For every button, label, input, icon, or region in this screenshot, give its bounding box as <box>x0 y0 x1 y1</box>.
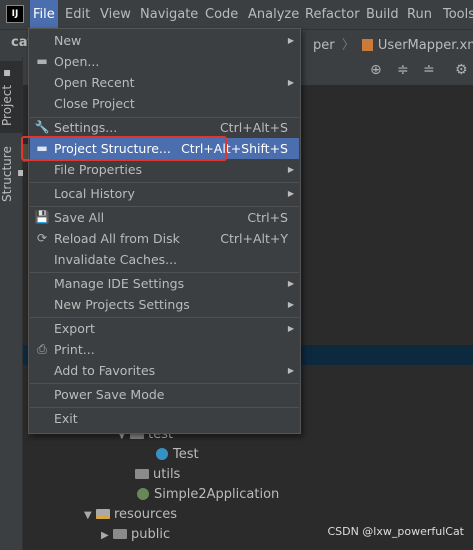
submenu-arrow-icon: ▶ <box>287 300 294 309</box>
save-icon: 💾 <box>34 210 50 224</box>
menu-item-settings[interactable]: 🔧 Settings... Ctrl+Alt+S <box>30 117 299 138</box>
menu-item-print[interactable]: ⎙ Print... <box>30 339 299 360</box>
breadcrumb-file-name[interactable]: UserMapper.xml <box>378 38 473 53</box>
tree-node-test-class[interactable]: Test <box>156 447 199 462</box>
menu-item-label: Settings... <box>54 120 118 135</box>
menu-item-label: Invalidate Caches... <box>54 252 178 267</box>
structure-tool-tab[interactable]: Structure ▪ <box>0 139 28 209</box>
menu-item-shortcut: Ctrl+Alt+S <box>219 120 288 135</box>
menu-item-save-all[interactable]: 💾 Save All Ctrl+S <box>30 207 299 228</box>
menu-item-shortcut: Ctrl+S <box>247 210 288 225</box>
settings-gear-icon[interactable]: ⚙ <box>455 62 468 78</box>
xml-file-icon <box>361 39 373 51</box>
menu-refactor[interactable]: Refactor <box>302 0 363 29</box>
menu-build[interactable]: Build <box>363 0 402 29</box>
chevron-right-icon[interactable]: ▶ <box>101 530 113 541</box>
menu-item-label: Power Save Mode <box>54 387 165 402</box>
menu-item-reload-all[interactable]: ⟳ Reload All from Disk Ctrl+Alt+Y <box>30 228 299 249</box>
print-icon: ⎙ <box>37 342 47 356</box>
menu-item-label: Manage IDE Settings <box>54 276 185 291</box>
menu-tools[interactable]: Tools <box>440 0 473 29</box>
menu-item-new[interactable]: New ▶ <box>30 30 299 51</box>
locate-file-icon[interactable]: ⊕ <box>370 62 382 78</box>
menu-view[interactable]: View <box>97 0 134 29</box>
submenu-arrow-icon: ▶ <box>287 324 294 333</box>
reload-icon: ⟳ <box>36 231 48 245</box>
menu-item-label: Open Recent <box>54 75 135 90</box>
submenu-arrow-icon: ▶ <box>287 279 294 288</box>
menu-item-label: Exit <box>54 411 78 426</box>
menu-item-label: Reload All from Disk <box>54 231 180 246</box>
menu-item-label: New <box>54 33 82 48</box>
menu-item-label: Print... <box>54 342 95 357</box>
menu-item-label: Add to Favorites <box>54 363 156 378</box>
menu-item-new-projects-settings[interactable]: New Projects Settings ▶ <box>30 294 299 315</box>
menu-analyze[interactable]: Analyze <box>245 0 302 29</box>
menu-item-power-save-mode[interactable]: Power Save Mode <box>30 384 299 405</box>
menu-item-label: Open... <box>54 54 100 69</box>
menu-item-label: Local History <box>54 186 135 201</box>
menu-item-open[interactable]: ▬ Open... <box>30 51 299 72</box>
main-menubar: IJ File Edit View Navigate Code Analyze … <box>0 0 473 30</box>
project-tab-label: Project <box>0 85 14 127</box>
menu-navigate[interactable]: Navigate <box>137 0 201 29</box>
menu-edit[interactable]: Edit <box>62 0 93 29</box>
menu-item-label: New Projects Settings <box>54 297 190 312</box>
menu-file[interactable]: File <box>30 0 58 29</box>
submenu-arrow-icon: ▶ <box>287 78 294 87</box>
highlight-annotation-box <box>21 136 227 161</box>
tree-node-resources[interactable]: ▼ resources <box>84 507 177 522</box>
menu-run[interactable]: Run <box>404 0 435 29</box>
file-menu-dropdown: New ▶ ▬ Open... Open Recent ▶ Close Project… <box>28 28 301 434</box>
submenu-arrow-icon: ▶ <box>287 189 294 198</box>
structure-tab-label: Structure <box>0 146 14 202</box>
menu-item-label: Save All <box>54 210 105 225</box>
breadcrumb-file[interactable]: per 〉 UserMapper.xml <box>313 34 473 53</box>
breadcrumb-path[interactable]: per <box>313 38 335 53</box>
project-tool-tab[interactable]: Project ▪ <box>0 61 22 133</box>
tree-node-public[interactable]: ▶ public <box>101 527 170 542</box>
menu-item-local-history[interactable]: Local History ▶ <box>30 183 299 204</box>
spring-boot-class-icon <box>137 488 149 500</box>
tree-node-utils[interactable]: utils <box>135 467 180 482</box>
folder-icon <box>135 469 149 479</box>
menu-item-open-recent[interactable]: Open Recent ▶ <box>30 72 299 93</box>
left-tool-stripe: Project ▪ Structure ▪ <box>0 57 28 550</box>
java-class-icon <box>156 448 168 460</box>
menu-item-invalidate-caches[interactable]: Invalidate Caches... <box>30 249 299 270</box>
submenu-arrow-icon: ▶ <box>287 36 294 45</box>
wrench-icon: 🔧 <box>34 120 50 134</box>
submenu-arrow-icon: ▶ <box>287 366 294 375</box>
menu-item-close-project[interactable]: Close Project <box>30 93 299 114</box>
tree-node-simple2application[interactable]: Simple2Application <box>137 487 279 502</box>
watermark: CSDN @lxw_powerfulCat <box>327 525 464 538</box>
menu-code[interactable]: Code <box>202 0 241 29</box>
collapse-all-icon[interactable]: ≐ <box>423 62 435 78</box>
expand-all-icon[interactable]: ≑ <box>397 62 409 78</box>
menu-item-manage-ide-settings[interactable]: Manage IDE Settings ▶ <box>30 273 299 294</box>
menu-item-shortcut: Ctrl+Alt+Y <box>220 231 288 246</box>
tree-node-label: resources <box>114 507 178 522</box>
intellij-logo-icon: IJ <box>6 5 24 23</box>
menu-item-exit[interactable]: Exit <box>30 408 299 429</box>
tree-node-label: utils <box>153 467 181 482</box>
project-tab-icon: ▪ <box>0 67 14 82</box>
resources-folder-icon <box>96 509 110 519</box>
tree-node-label: public <box>131 527 171 542</box>
menu-item-label: Close Project <box>54 96 135 111</box>
folder-icon <box>113 529 127 539</box>
menu-item-label: Export <box>54 321 95 336</box>
menu-item-file-properties[interactable]: File Properties ▶ <box>30 159 299 180</box>
menu-item-export[interactable]: Export ▶ <box>30 318 299 339</box>
menu-item-add-to-favorites[interactable]: Add to Favorites ▶ <box>30 360 299 381</box>
menu-item-label: File Properties <box>54 162 143 177</box>
chevron-down-icon[interactable]: ▼ <box>84 510 96 521</box>
submenu-arrow-icon: ▶ <box>287 165 294 174</box>
breadcrumb-separator-icon: 〉 <box>341 38 355 53</box>
tree-node-label: Simple2Application <box>154 487 280 502</box>
folder-open-icon: ▬ <box>36 54 48 68</box>
tree-node-label: Test <box>173 447 199 462</box>
